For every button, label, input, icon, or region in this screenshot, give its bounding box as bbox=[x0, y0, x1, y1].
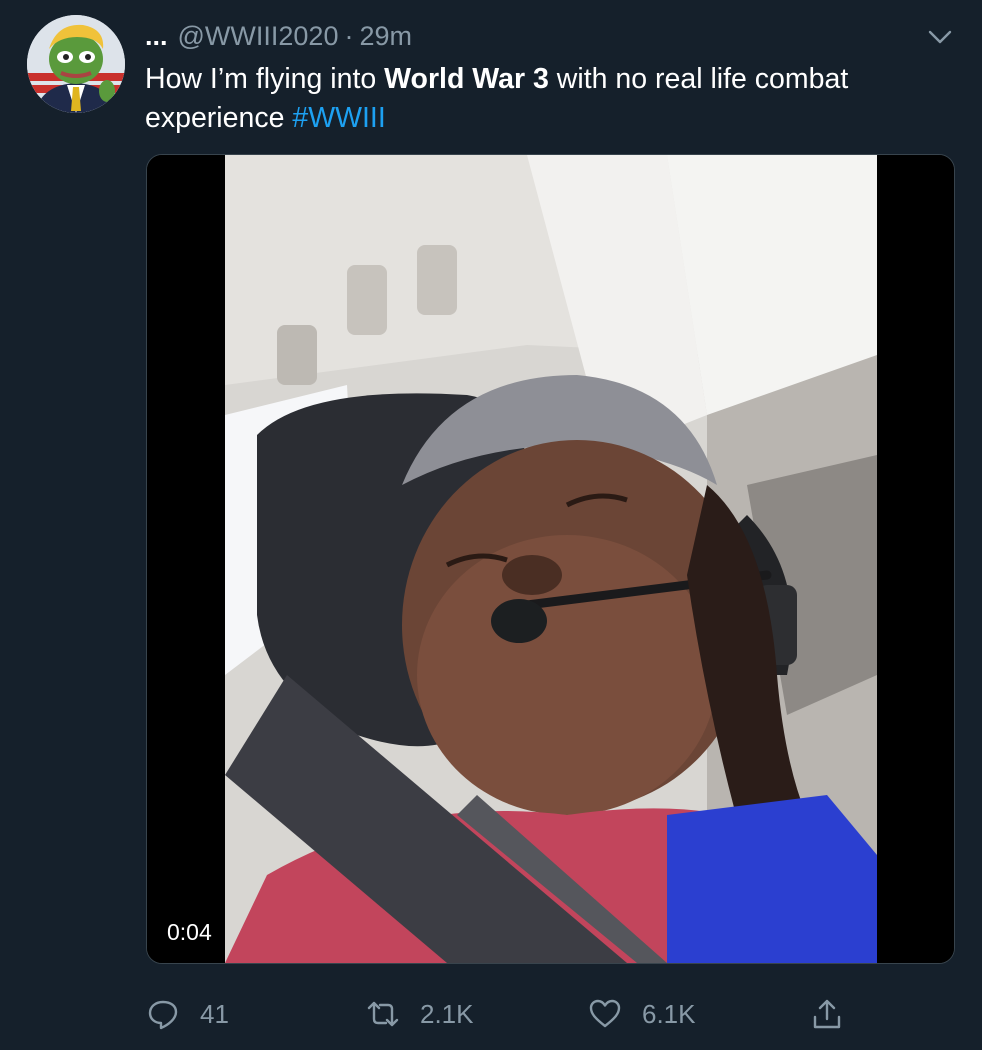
reply-button[interactable]: 41 bbox=[146, 992, 229, 1036]
tweet[interactable]: ... @WWIII2020 · 29m How I’m flying into… bbox=[0, 0, 982, 1050]
like-button[interactable]: 6.1K bbox=[588, 992, 696, 1036]
tweet-actions: 41 2.1K 6.1K bbox=[0, 992, 982, 1036]
video-duration: 0:04 bbox=[159, 916, 220, 949]
avatar[interactable] bbox=[27, 15, 125, 113]
heart-icon bbox=[589, 999, 621, 1028]
tweet-time[interactable]: 29m bbox=[359, 21, 412, 52]
reply-count: 41 bbox=[200, 998, 229, 1029]
avatar-image bbox=[27, 15, 125, 113]
video-player[interactable]: 0:04 bbox=[146, 154, 955, 964]
retweet-button[interactable]: 2.1K bbox=[366, 992, 474, 1036]
like-count: 6.1K bbox=[642, 998, 696, 1029]
share-button[interactable] bbox=[810, 992, 864, 1036]
display-name[interactable]: ... bbox=[145, 21, 168, 52]
header-separator: · bbox=[344, 20, 354, 51]
chevron-down-icon[interactable] bbox=[925, 22, 955, 52]
share-icon bbox=[813, 999, 841, 1029]
tweet-header: ... @WWIII2020 · 29m bbox=[145, 18, 412, 54]
tweet-text-intro: How I’m flying into bbox=[145, 63, 385, 95]
tweet-text-bold: World War 3 bbox=[384, 63, 549, 95]
tweet-text: How I’m flying into World War 3 with no … bbox=[145, 60, 945, 138]
user-handle[interactable]: @WWIII2020 bbox=[178, 21, 339, 52]
video-frame bbox=[147, 155, 954, 963]
retweet-count: 2.1K bbox=[420, 998, 474, 1029]
retweet-icon bbox=[367, 1001, 399, 1027]
reply-icon bbox=[148, 1000, 178, 1030]
hashtag-link[interactable]: #WWIII bbox=[292, 102, 385, 134]
